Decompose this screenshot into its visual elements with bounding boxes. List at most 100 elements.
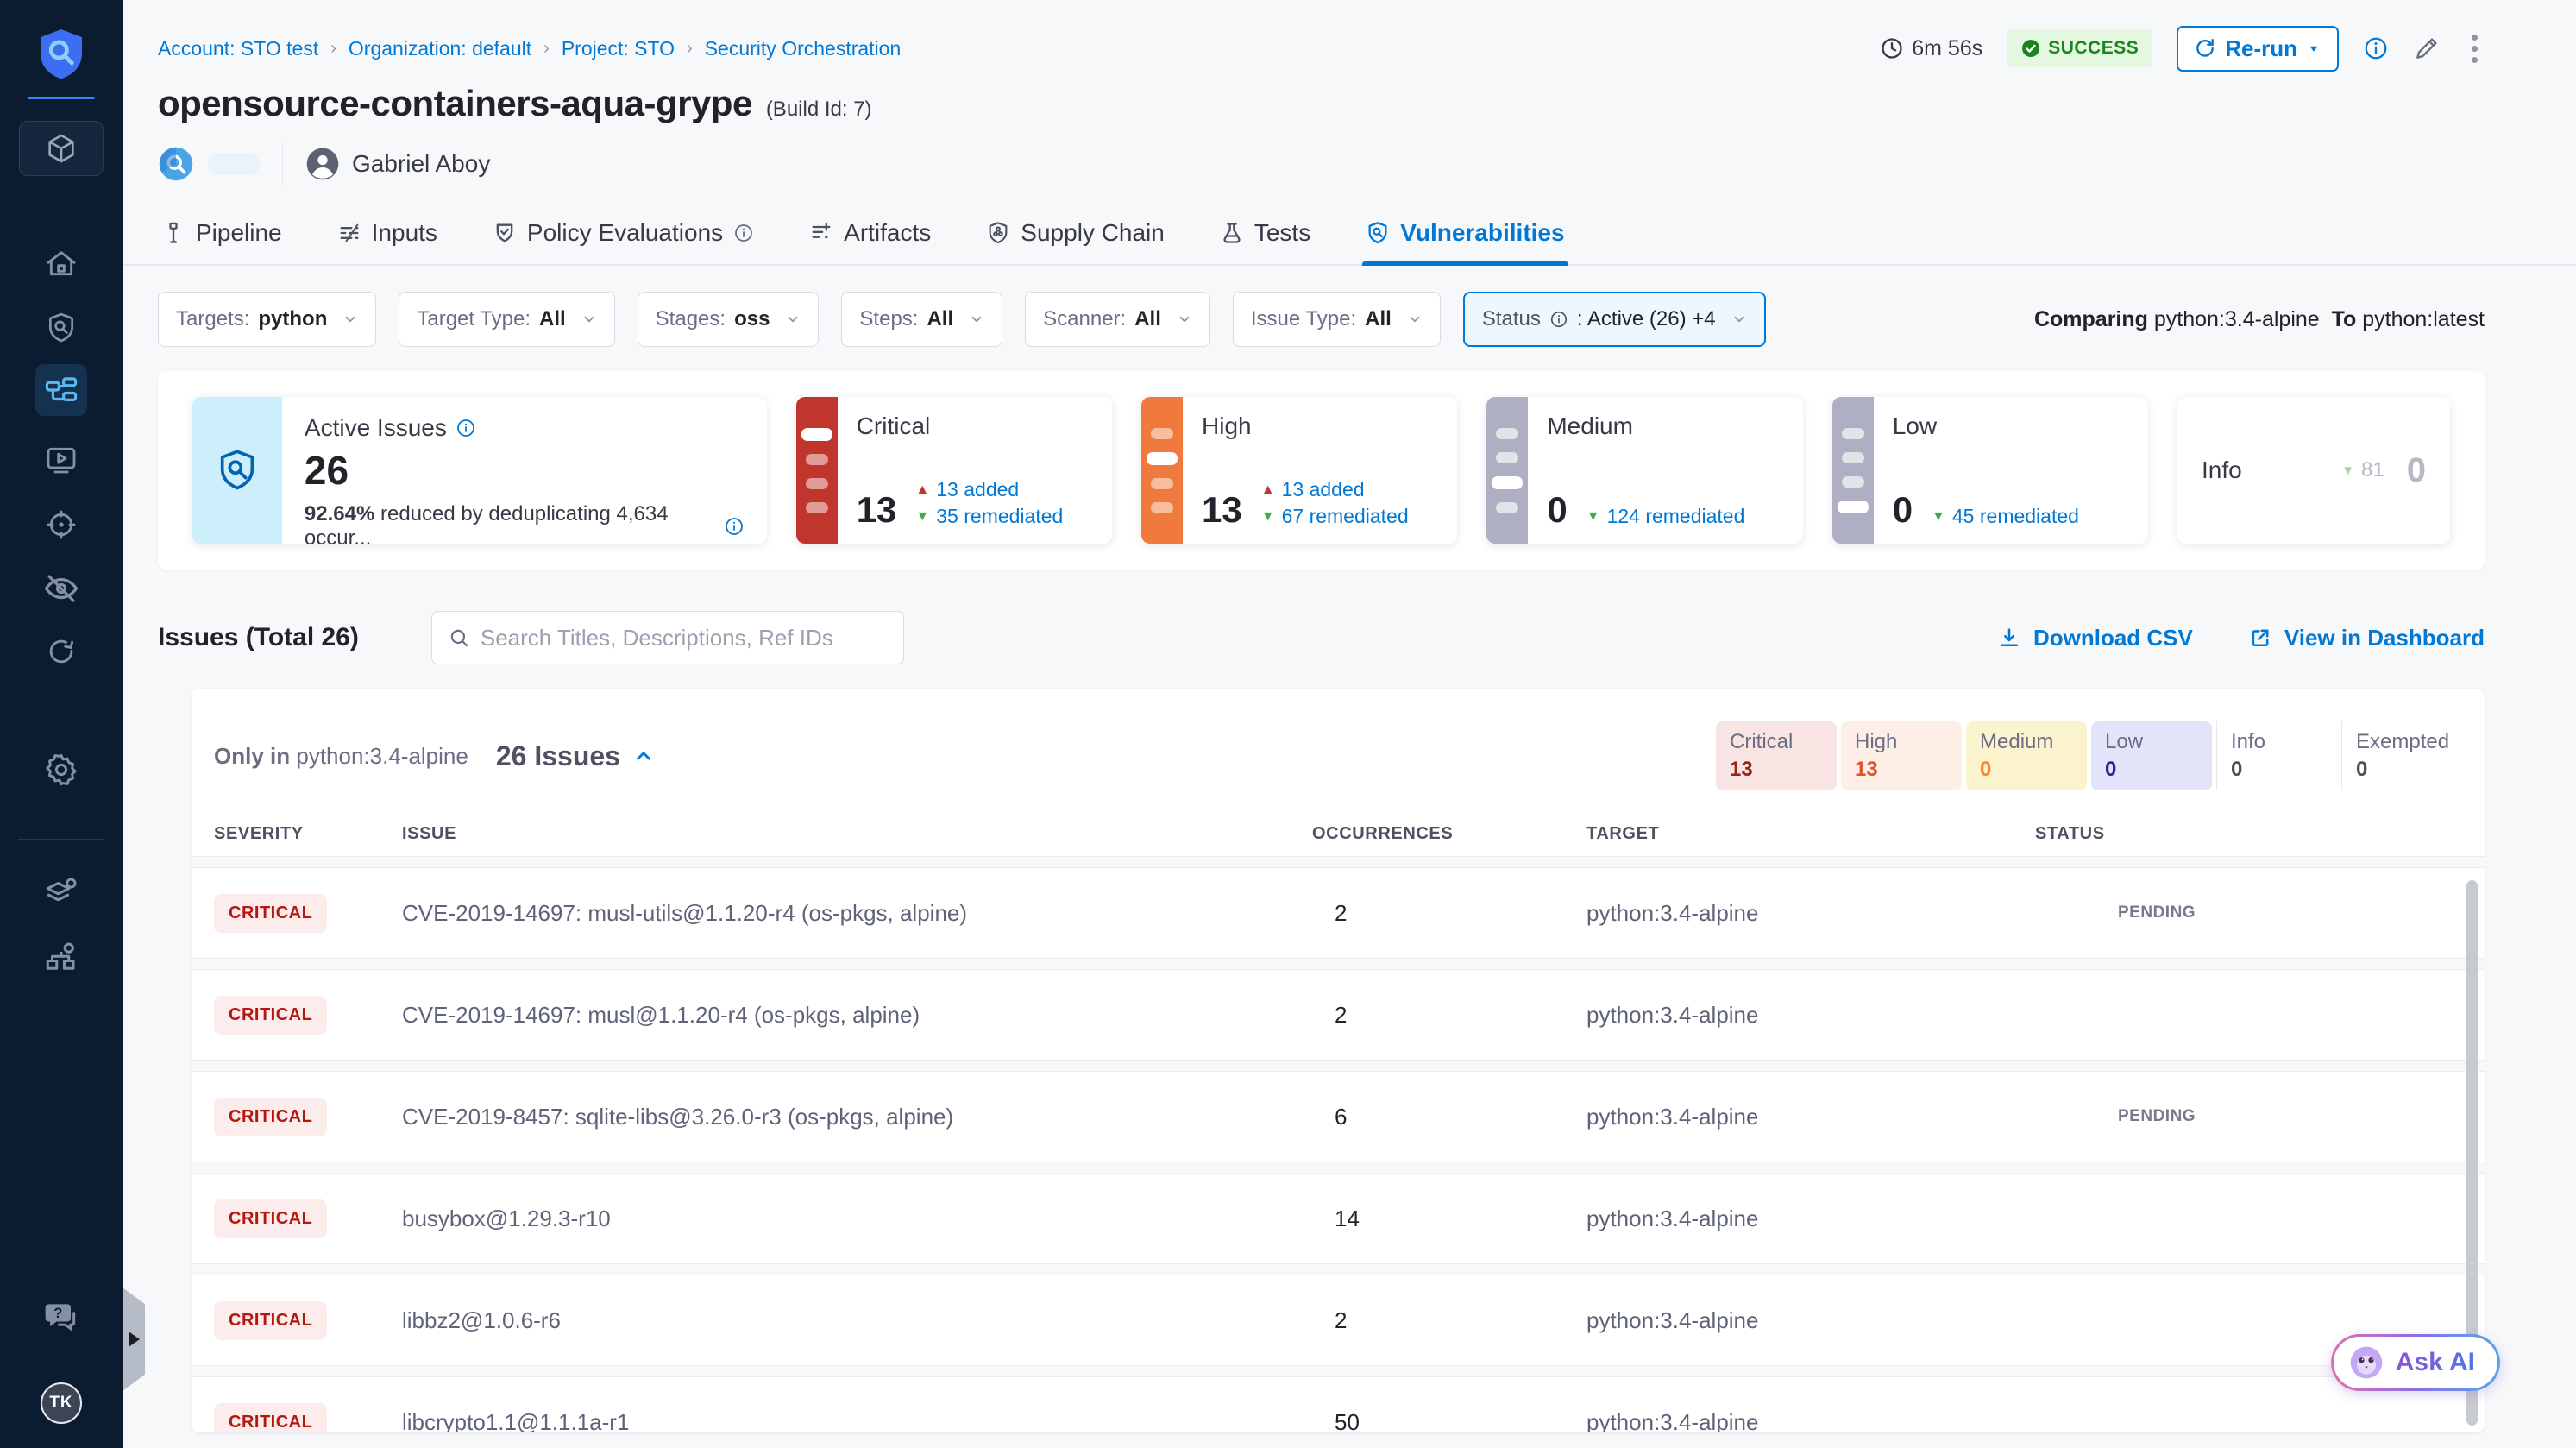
- tab-supply-chain[interactable]: Supply Chain: [983, 207, 1168, 264]
- triangle-down-icon: ▼: [1586, 509, 1600, 525]
- module-selector[interactable]: [19, 121, 104, 176]
- nav-targets[interactable]: [35, 499, 87, 551]
- user-avatar[interactable]: TK: [41, 1382, 82, 1424]
- table-row[interactable]: CRITICAL busybox@1.29.3-r10 14 python:3.…: [192, 1174, 2485, 1263]
- tab-inputs[interactable]: Inputs: [334, 207, 441, 264]
- ask-ai-button[interactable]: Ask AI: [2331, 1334, 2500, 1391]
- chat-help-icon: ?: [42, 1298, 80, 1336]
- table-row[interactable]: CRITICAL libbz2@1.0.6-r6 2 python:3.4-al…: [192, 1275, 2485, 1365]
- nav-executions[interactable]: [35, 433, 87, 485]
- chip-exempted[interactable]: Exempted0: [2341, 721, 2462, 790]
- severity-strip-icon: [1832, 397, 1874, 544]
- row-divider: [192, 1365, 2485, 1377]
- filter-issue-type[interactable]: Issue Type:All: [1233, 292, 1441, 347]
- rerun-button[interactable]: Re-run: [2177, 26, 2339, 72]
- filter-scanner[interactable]: Scanner:All: [1025, 292, 1210, 347]
- chip-critical[interactable]: Critical13: [1716, 721, 1837, 790]
- info-icon: [1549, 310, 1568, 329]
- status-label: PENDING: [2035, 903, 2450, 922]
- table-row[interactable]: CRITICAL libcrypto1.1@1.1.1a-r1 50 pytho…: [192, 1377, 2485, 1432]
- target-icon: [44, 507, 79, 542]
- view-in-dashboard-button[interactable]: View in Dashboard: [2248, 625, 2485, 652]
- table-header: SEVERITY ISSUE OCCURRENCES TARGET STATUS: [192, 811, 2485, 856]
- table-row[interactable]: CRITICAL CVE-2019-8457: sqlite-libs@3.26…: [192, 1072, 2485, 1162]
- sidebar-expand-handle[interactable]: [123, 1287, 145, 1391]
- breadcrumb-module[interactable]: Security Orchestration: [705, 37, 902, 60]
- triangle-up-icon: ▲: [915, 482, 929, 498]
- severity-strip-icon: [796, 397, 838, 544]
- breadcrumb-account[interactable]: Account: STO test: [158, 37, 318, 60]
- nav-help[interactable]: ?: [35, 1291, 87, 1343]
- pipeline-icon: [161, 221, 185, 245]
- run-info-icon[interactable]: [2363, 35, 2389, 61]
- group-count-toggle[interactable]: 26 Issues: [496, 740, 655, 772]
- download-csv-button[interactable]: Download CSV: [1997, 625, 2193, 652]
- chevron-down-icon: [1407, 312, 1423, 327]
- flask-icon: [1220, 221, 1244, 245]
- severity-badge: CRITICAL: [214, 1403, 327, 1433]
- info-icon[interactable]: [456, 418, 476, 438]
- tab-pipeline[interactable]: Pipeline: [158, 207, 286, 264]
- filter-status[interactable]: Status : Active (26) +4: [1463, 292, 1766, 347]
- nav-project-settings[interactable]: [35, 744, 87, 796]
- chevron-down-icon: [342, 312, 358, 327]
- gear-icon: [43, 752, 79, 788]
- shield-search-icon: [192, 397, 282, 544]
- row-divider: [192, 1162, 2485, 1174]
- issues-title: Issues (Total 26): [158, 623, 359, 652]
- active-issues-count: 26: [305, 447, 745, 494]
- shield-nodes-icon: [986, 221, 1010, 245]
- svg-text:?: ?: [53, 1306, 62, 1321]
- chevron-right-icon: ›: [687, 39, 693, 59]
- severity-chips: Critical13 High13 Medium0 Low0 Info0 Exe…: [1712, 721, 2462, 790]
- chip-low[interactable]: Low0: [2091, 721, 2212, 790]
- severity-badge: CRITICAL: [214, 1098, 327, 1136]
- chevron-down-icon: [969, 312, 984, 327]
- breadcrumb-org[interactable]: Organization: default: [349, 37, 531, 60]
- build-id: (Build Id: 7): [766, 98, 872, 122]
- filter-target-type[interactable]: Target Type:All: [399, 292, 614, 347]
- medium-card: Medium 0 ▼124 remediated: [1486, 397, 1802, 544]
- nav-default-settings[interactable]: [35, 866, 87, 918]
- chip-medium[interactable]: Medium0: [1966, 721, 2087, 790]
- info-icon[interactable]: [724, 516, 745, 537]
- tab-policy-evaluations[interactable]: Policy Evaluations: [489, 207, 757, 264]
- chip-high[interactable]: High13: [1841, 721, 1962, 790]
- breadcrumb: Account: STO test › Organization: defaul…: [158, 37, 901, 60]
- row-divider: [192, 1060, 2485, 1072]
- nav-divider: [18, 839, 104, 840]
- filter-stages[interactable]: Stages:oss: [638, 292, 820, 347]
- edit-pipeline-icon[interactable]: [2413, 35, 2441, 62]
- nav-pipelines[interactable]: [35, 364, 87, 416]
- more-options-icon[interactable]: [2465, 31, 2485, 66]
- filters-row: Targets:python Target Type:All Stages:os…: [158, 292, 2485, 347]
- table-row[interactable]: CRITICAL CVE-2019-14697: musl@1.1.20-r4 …: [192, 970, 2485, 1060]
- nav-overview[interactable]: [35, 302, 87, 354]
- table-row[interactable]: CRITICAL CVE-2019-14697: musl-utils@1.1.…: [192, 868, 2485, 958]
- nav-home[interactable]: [35, 238, 87, 290]
- chip-info[interactable]: Info0: [2216, 721, 2337, 790]
- power-icon: [45, 636, 78, 669]
- row-divider: [192, 958, 2485, 970]
- download-icon: [1997, 626, 2021, 650]
- nav-get-started[interactable]: [35, 626, 87, 678]
- issues-search[interactable]: [431, 611, 904, 664]
- list-plus-icon: [809, 221, 833, 245]
- search-input[interactable]: [481, 625, 888, 652]
- nav-baselines[interactable]: [35, 563, 87, 614]
- tab-tests[interactable]: Tests: [1216, 207, 1314, 264]
- shield-check-icon: [493, 221, 517, 245]
- tab-artifacts[interactable]: Artifacts: [806, 207, 934, 264]
- page-title: opensource-containers-aqua-grype: [158, 83, 752, 124]
- build-tabs: Pipeline Inputs Policy Evaluations Artif…: [123, 207, 2576, 266]
- filter-steps[interactable]: Steps:All: [841, 292, 1002, 347]
- search-icon: [448, 626, 470, 649]
- nav-account-resources[interactable]: [35, 932, 87, 984]
- eye-off-icon: [43, 570, 79, 607]
- tab-vulnerabilities[interactable]: Vulnerabilities: [1362, 207, 1568, 264]
- triggered-by: Gabriel Aboy: [305, 147, 490, 181]
- nav-divider: [28, 97, 95, 99]
- severity-badge: CRITICAL: [214, 894, 327, 933]
- breadcrumb-project[interactable]: Project: STO: [562, 37, 675, 60]
- filter-targets[interactable]: Targets:python: [158, 292, 376, 347]
